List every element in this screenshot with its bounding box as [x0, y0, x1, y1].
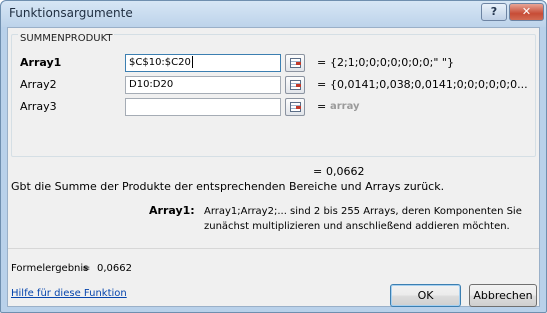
array3-label: Array3: [20, 100, 57, 113]
title-bar[interactable]: Funktionsargumente ? ✕: [1, 1, 546, 27]
array1-result: {2;1;0;0;0;0;0;0;0;" "}: [330, 56, 454, 69]
array1-equals: =: [317, 56, 327, 69]
argument-help-name: Array1:: [149, 204, 195, 217]
array3-equals: =: [317, 100, 327, 113]
argument-help-text: Array1;Array2;... sind 2 bis 255 Arrays,…: [204, 206, 522, 232]
divider: [8, 248, 539, 249]
array2-equals: =: [317, 78, 327, 91]
collapse-dialog-icon: [290, 58, 301, 68]
help-icon[interactable]: ?: [481, 3, 507, 21]
function-description: Gbt die Summe der Produkte der entsprech…: [11, 180, 445, 193]
function-result-equals: =: [313, 165, 323, 178]
array1-input[interactable]: $C$10:$C20: [125, 54, 281, 72]
dialog-body: SUMMENPRODUKT Array1 $C$10:$C20 = {2;1;0…: [7, 27, 540, 307]
function-name: SUMMENPRODUKT: [18, 33, 115, 44]
formula-result-value: 0,0662: [97, 263, 132, 274]
function-group: SUMMENPRODUKT Array1 $C$10:$C20 = {2;1;0…: [11, 33, 536, 157]
collapse-dialog-icon: [290, 102, 301, 112]
array2-collapse-button[interactable]: [285, 76, 305, 94]
array3-result: array: [330, 101, 360, 112]
dialog-title: Funktionsargumente: [9, 6, 133, 20]
array1-collapse-button[interactable]: [285, 54, 305, 72]
array2-label: Array2: [20, 78, 57, 91]
close-icon[interactable]: ✕: [509, 3, 544, 21]
function-arguments-dialog: Funktionsargumente ? ✕ SUMMENPRODUKT Arr…: [0, 0, 547, 313]
array2-result: {0,0141;0,038;0,0141;0;0;0;0;0;0...: [330, 78, 528, 91]
collapse-dialog-icon: [290, 80, 301, 90]
formula-result-label: Formelergebnis: [11, 263, 89, 274]
ok-button[interactable]: OK: [390, 284, 461, 307]
help-link[interactable]: Hilfe für diese Funktion: [11, 288, 127, 299]
array2-input[interactable]: D10:D20: [125, 76, 281, 94]
array3-input[interactable]: [125, 98, 281, 116]
formula-result-equals: =: [82, 263, 91, 274]
array3-collapse-button[interactable]: [285, 98, 305, 116]
cancel-button[interactable]: Abbrechen: [469, 284, 537, 307]
array1-label: Array1: [20, 56, 62, 69]
function-result: 0,0662: [326, 165, 365, 178]
